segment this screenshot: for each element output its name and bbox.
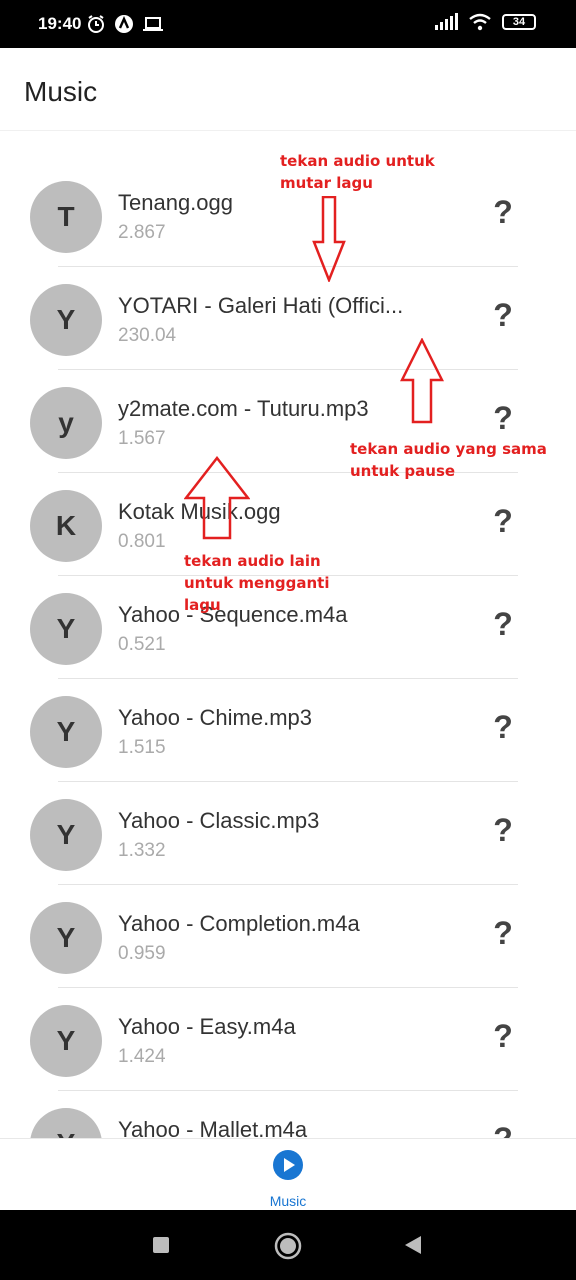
track-size: 0.801 xyxy=(118,531,166,552)
list-item[interactable]: Y Yahoo - Chime.mp3 1.515 ? xyxy=(0,679,576,782)
track-name: Yahoo - Chime.mp3 xyxy=(118,705,313,730)
list-item[interactable]: Y Yahoo - Mallet.m4a ? xyxy=(0,1091,576,1138)
arrow-up-icon xyxy=(184,456,250,540)
track-name: Kotak Musik.ogg xyxy=(118,499,281,524)
question-mark-icon[interactable]: ? xyxy=(488,1018,518,1058)
wifi-icon xyxy=(469,13,491,31)
list-item[interactable]: Y Yahoo - Easy.m4a 1.424 ? xyxy=(0,988,576,1091)
tab-music-label: Music xyxy=(269,1193,307,1209)
question-mark-icon[interactable]: ? xyxy=(488,194,518,234)
recents-button[interactable] xyxy=(152,1236,170,1254)
status-time: 19:40 xyxy=(38,14,82,33)
track-size: 1.424 xyxy=(118,1046,166,1067)
question-mark-icon[interactable]: ? xyxy=(488,709,518,749)
arrow-down-icon xyxy=(312,196,346,282)
alarm-icon xyxy=(88,15,104,33)
track-size: 230.04 xyxy=(118,325,177,346)
question-mark-icon[interactable]: ? xyxy=(488,915,518,955)
avatar: Y xyxy=(30,696,102,768)
track-size: 0.959 xyxy=(118,943,166,964)
play-circle-icon xyxy=(273,1150,303,1180)
avatar: Y xyxy=(30,1108,102,1138)
avatar: K xyxy=(30,490,102,562)
signal-icon xyxy=(435,13,458,30)
avatar: Y xyxy=(30,1005,102,1077)
question-mark-icon[interactable]: ? xyxy=(488,503,518,543)
status-bar: 19:40 34 xyxy=(0,0,576,48)
back-button[interactable] xyxy=(404,1235,422,1255)
avatar: Y xyxy=(30,284,102,356)
annotation-play: tekan audio untuk mutar lagu xyxy=(280,152,435,192)
list-item[interactable]: Y YOTARI - Galeri Hati (Offici... 230.04… xyxy=(0,267,576,370)
avatar: Y xyxy=(30,593,102,665)
avatar: y xyxy=(30,387,102,459)
bottom-navigation: Music xyxy=(0,1138,576,1211)
question-mark-icon[interactable]: ? xyxy=(488,606,518,646)
tab-music[interactable]: Music xyxy=(258,1149,318,1209)
question-mark-icon[interactable]: ? xyxy=(488,400,518,440)
track-name: y2mate.com - Tuturu.mp3 xyxy=(118,396,369,421)
question-mark-icon[interactable]: ? xyxy=(488,812,518,852)
track-name: YOTARI - Galeri Hati (Offici... xyxy=(118,293,404,318)
track-size: 1.332 xyxy=(118,840,166,861)
avatar: T xyxy=(30,181,102,253)
status-notification-icons xyxy=(86,14,164,34)
page-title: Music xyxy=(24,76,98,107)
annotation-change: tekan audio lain untuk mengganti lagu xyxy=(184,552,330,614)
status-system-icons: 34 xyxy=(434,13,536,31)
track-name: Yahoo - Completion.m4a xyxy=(118,911,360,936)
track-size: 2.867 xyxy=(118,222,166,243)
laptop-icon xyxy=(143,17,163,31)
avatar: Y xyxy=(30,902,102,974)
track-size: 0.521 xyxy=(118,634,166,655)
track-name: Yahoo - Easy.m4a xyxy=(118,1014,296,1039)
track-size: 1.567 xyxy=(118,428,166,449)
track-list[interactable]: T Tenang.ogg 2.867 ? Y YOTARI - Galeri H… xyxy=(0,164,576,1138)
battery-icon: 34 xyxy=(502,14,536,30)
question-mark-icon[interactable]: ? xyxy=(488,297,518,337)
home-button[interactable] xyxy=(274,1232,302,1260)
system-navigation-bar xyxy=(0,1210,576,1280)
track-name: Yahoo - Mallet.m4a xyxy=(118,1117,308,1138)
annotation-pause: tekan audio yang sama untuk pause xyxy=(350,440,547,480)
app-logo-icon xyxy=(115,15,133,33)
list-item[interactable]: Y Yahoo - Completion.m4a 0.959 ? xyxy=(0,885,576,988)
question-mark-icon[interactable]: ? xyxy=(488,1121,518,1138)
arrow-up-icon xyxy=(400,338,444,424)
track-name: Yahoo - Classic.mp3 xyxy=(118,808,320,833)
list-item[interactable]: Y Yahoo - Classic.mp3 1.332 ? xyxy=(0,782,576,885)
app-bar: Music xyxy=(0,48,576,131)
avatar: Y xyxy=(30,799,102,871)
track-size: 1.515 xyxy=(118,737,166,758)
